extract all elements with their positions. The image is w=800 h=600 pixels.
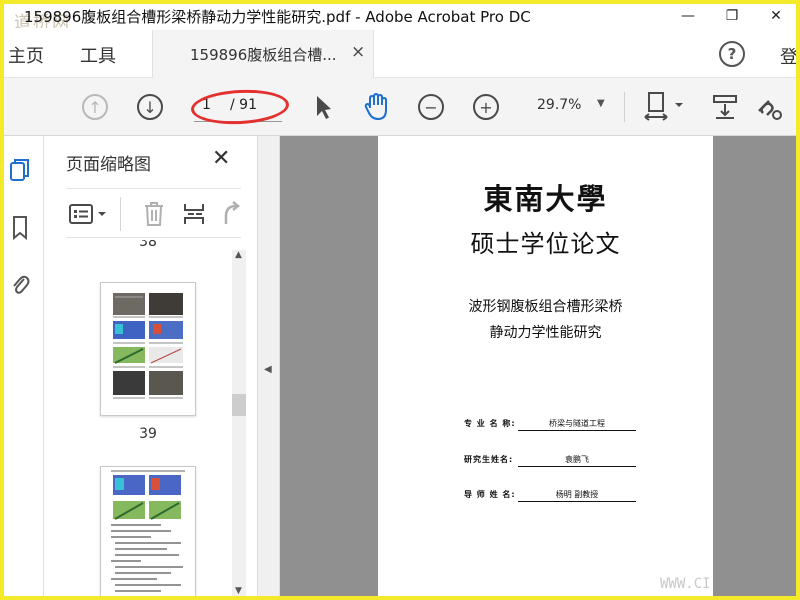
thumbnail-options-icon[interactable] (68, 202, 112, 226)
field-label-student: 研究生姓名: (464, 455, 514, 464)
close-window-button[interactable]: ✕ (760, 4, 792, 28)
scroll-down-icon[interactable]: ▼ (235, 586, 242, 596)
zoom-dropdown-icon[interactable]: ▼ (597, 98, 605, 109)
close-panel-icon[interactable]: ✕ (212, 146, 230, 171)
tab-home[interactable]: 主页 (8, 42, 44, 68)
tab-document-label: 159896腹板组合槽... (190, 46, 337, 64)
zoom-out-icon[interactable]: − (418, 94, 444, 120)
login-button[interactable]: 登 (780, 43, 796, 69)
previous-page-icon[interactable]: ↑ (82, 94, 108, 120)
scrollbar-thumb[interactable] (232, 394, 246, 416)
window-title: 159896腹板组合槽形梁桥静动力学性能研究.pdf - Adobe Acrob… (24, 8, 531, 26)
field-value-major: 桥梁与隧道工程 (518, 418, 636, 431)
field-label-advisor: 导 师 姓 名: (464, 490, 516, 499)
field-label-major: 专 业 名 称: (464, 419, 516, 428)
title-bar: 道桥网 159896腹板组合槽形梁桥静动力学性能研究.pdf - Adobe A… (4, 4, 796, 33)
tab-close-icon[interactable]: × (351, 42, 365, 62)
collapse-panel-icon[interactable]: ◀ (264, 364, 272, 375)
degree-title: 硕士学位论文 (470, 230, 621, 258)
thesis-title-line-1: 波形钢腹板组合槽形梁桥 (468, 299, 623, 315)
field-value-student: 袁鹏飞 (518, 454, 636, 467)
thumbnail-scrollbar[interactable]: ▲ ▼ (232, 250, 246, 596)
toolbar-divider (624, 92, 625, 122)
tab-row: 主页 工具 159896腹板组合槽... × ? 登 (4, 28, 796, 78)
page-thumbnails-icon[interactable] (8, 156, 32, 184)
panel-tool-divider (120, 197, 121, 231)
bookmarks-icon[interactable] (8, 214, 32, 242)
university-name: 東南大學 (483, 182, 608, 216)
hand-tool-icon[interactable] (362, 91, 392, 123)
thumbnail-label: 38 (139, 240, 157, 250)
help-icon[interactable]: ? (719, 41, 745, 67)
thumbnail-label: 39 (139, 426, 157, 442)
restore-button[interactable]: ❐ (716, 4, 748, 28)
delete-page-icon[interactable] (142, 200, 166, 228)
minimize-button[interactable]: — (672, 4, 704, 28)
select-tool-icon[interactable] (310, 92, 336, 122)
main-toolbar: ↑ ↓ 1 / 91 − + 29.7% ▼ (4, 78, 796, 136)
thumbnail-list: 38 39 (66, 240, 246, 596)
panel-splitter[interactable]: ◀ (257, 136, 280, 596)
read-mode-icon[interactable] (710, 92, 740, 122)
tab-document[interactable]: 159896腹板组合槽... × (152, 30, 374, 78)
attachments-icon[interactable] (8, 270, 32, 298)
next-page-icon[interactable]: ↓ (137, 94, 163, 120)
panel-title: 页面缩略图 (66, 155, 151, 175)
panel-toolbar (66, 188, 241, 238)
insert-page-icon[interactable] (182, 200, 208, 228)
scroll-up-icon[interactable]: ▲ (235, 250, 242, 260)
zoom-level[interactable]: 29.7% (537, 97, 581, 113)
rotate-page-icon[interactable] (220, 200, 242, 228)
app-window: 道桥网 159896腹板组合槽形梁桥静动力学性能研究.pdf - Adobe A… (0, 0, 800, 600)
tab-tools[interactable]: 工具 (80, 42, 116, 68)
thesis-title-line-2: 静动力学性能研究 (489, 325, 602, 341)
field-value-advisor: 杨明 副教授 (518, 489, 636, 502)
document-view[interactable]: 東南大學 硕士学位论文 波形钢腹板组合槽形梁桥 静动力学性能研究 专 业 名 称… (280, 136, 796, 596)
zoom-in-icon[interactable]: + (473, 94, 499, 120)
navigation-rail (4, 136, 44, 596)
page-thumbnails-panel: 页面缩略图 ✕ 38 39 ▲ ▼ (44, 136, 257, 596)
share-link-icon[interactable] (752, 92, 784, 122)
thumbnail-page-39[interactable] (100, 282, 196, 416)
fit-page-icon[interactable] (640, 90, 686, 124)
document-page: 東南大學 硕士学位论文 波形钢腹板组合槽形梁桥 静动力学性能研究 专 业 名 称… (378, 136, 713, 596)
site-watermark: WWW.CI (660, 576, 711, 592)
thumbnail-page-40[interactable] (100, 466, 196, 596)
